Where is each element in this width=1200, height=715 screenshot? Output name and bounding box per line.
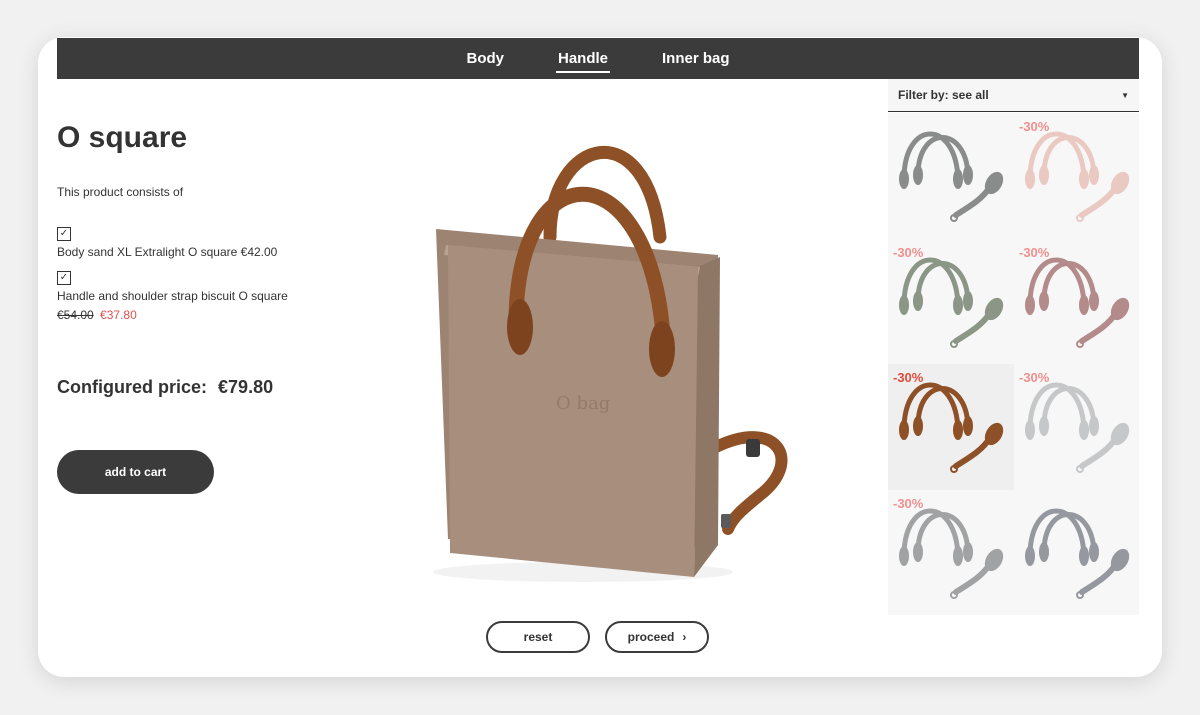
check-icon: ✓ — [59, 228, 69, 239]
chevron-right-icon: › — [682, 630, 687, 644]
handle-icon — [899, 382, 1004, 473]
tab-inner-bag[interactable]: Inner bag — [660, 50, 732, 67]
filter-label: Filter by: see all — [898, 88, 989, 102]
handle-option[interactable]: -30% — [1014, 239, 1139, 365]
configured-price-value: €79.80 — [218, 377, 274, 397]
old-price: €54.00 — [57, 308, 94, 322]
handle-option[interactable] — [1014, 490, 1139, 616]
handle-checkbox[interactable]: ✓ — [57, 271, 71, 285]
handle-icon — [1025, 508, 1130, 599]
add-to-cart-button[interactable]: add to cart — [57, 450, 214, 494]
top-nav: Body Handle Inner bag — [57, 38, 1139, 79]
reset-button[interactable]: reset — [486, 621, 590, 653]
handle-icon — [899, 508, 1004, 599]
tab-body[interactable]: Body — [464, 50, 506, 67]
component-item-handle: ✓ Handle and shoulder strap biscuit O sq… — [57, 271, 357, 322]
proceed-label: proceed — [627, 630, 675, 644]
handle-options-grid: -30% -30% -30% -30% -30% -30% — [888, 113, 1139, 615]
handle-icon — [899, 131, 1004, 222]
consists-label: This product consists of — [57, 185, 184, 199]
handle-icon — [899, 257, 1004, 348]
handle-option[interactable] — [888, 113, 1014, 239]
handle-option-selected[interactable]: -30% — [888, 364, 1014, 490]
handle-option[interactable]: -30% — [1014, 113, 1139, 239]
configurator-card: Body Handle Inner bag O square This prod… — [38, 37, 1162, 677]
tab-handle[interactable]: Handle — [555, 50, 611, 73]
proceed-button[interactable]: proceed › — [605, 621, 709, 653]
product-summary: O square This product consists of ✓ Body… — [57, 107, 357, 494]
handle-option[interactable]: -30% — [888, 239, 1014, 365]
configured-price-label: Configured price: — [57, 377, 208, 397]
check-icon: ✓ — [59, 272, 69, 283]
component-label: Handle and shoulder strap biscuit O squa… — [57, 289, 288, 303]
product-image: O bag — [398, 117, 788, 587]
handle-icon — [1025, 257, 1130, 348]
handle-icon — [1025, 382, 1130, 473]
discount-price: €37.80 — [100, 308, 137, 322]
handle-prices: €54.00 €37.80 — [57, 308, 357, 322]
bag-logo: O bag — [556, 393, 610, 414]
component-label: Body sand XL Extralight O square €42.00 — [57, 245, 278, 259]
caret-down-icon: ▼ — [1121, 90, 1129, 100]
filter-dropdown[interactable]: Filter by: see all ▼ — [888, 79, 1139, 112]
page-title: O square — [57, 121, 188, 154]
bag-illustration: O bag — [433, 145, 788, 582]
configured-price: Configured price: €79.80 — [57, 377, 357, 398]
component-item-body: ✓ Body sand XL Extralight O square €42.0… — [57, 227, 357, 259]
body-checkbox[interactable]: ✓ — [57, 227, 71, 241]
handle-icon — [1025, 131, 1130, 222]
handle-option[interactable]: -30% — [1014, 364, 1139, 490]
action-buttons: reset proceed › — [486, 621, 709, 653]
handle-option[interactable]: -30% — [888, 490, 1014, 616]
